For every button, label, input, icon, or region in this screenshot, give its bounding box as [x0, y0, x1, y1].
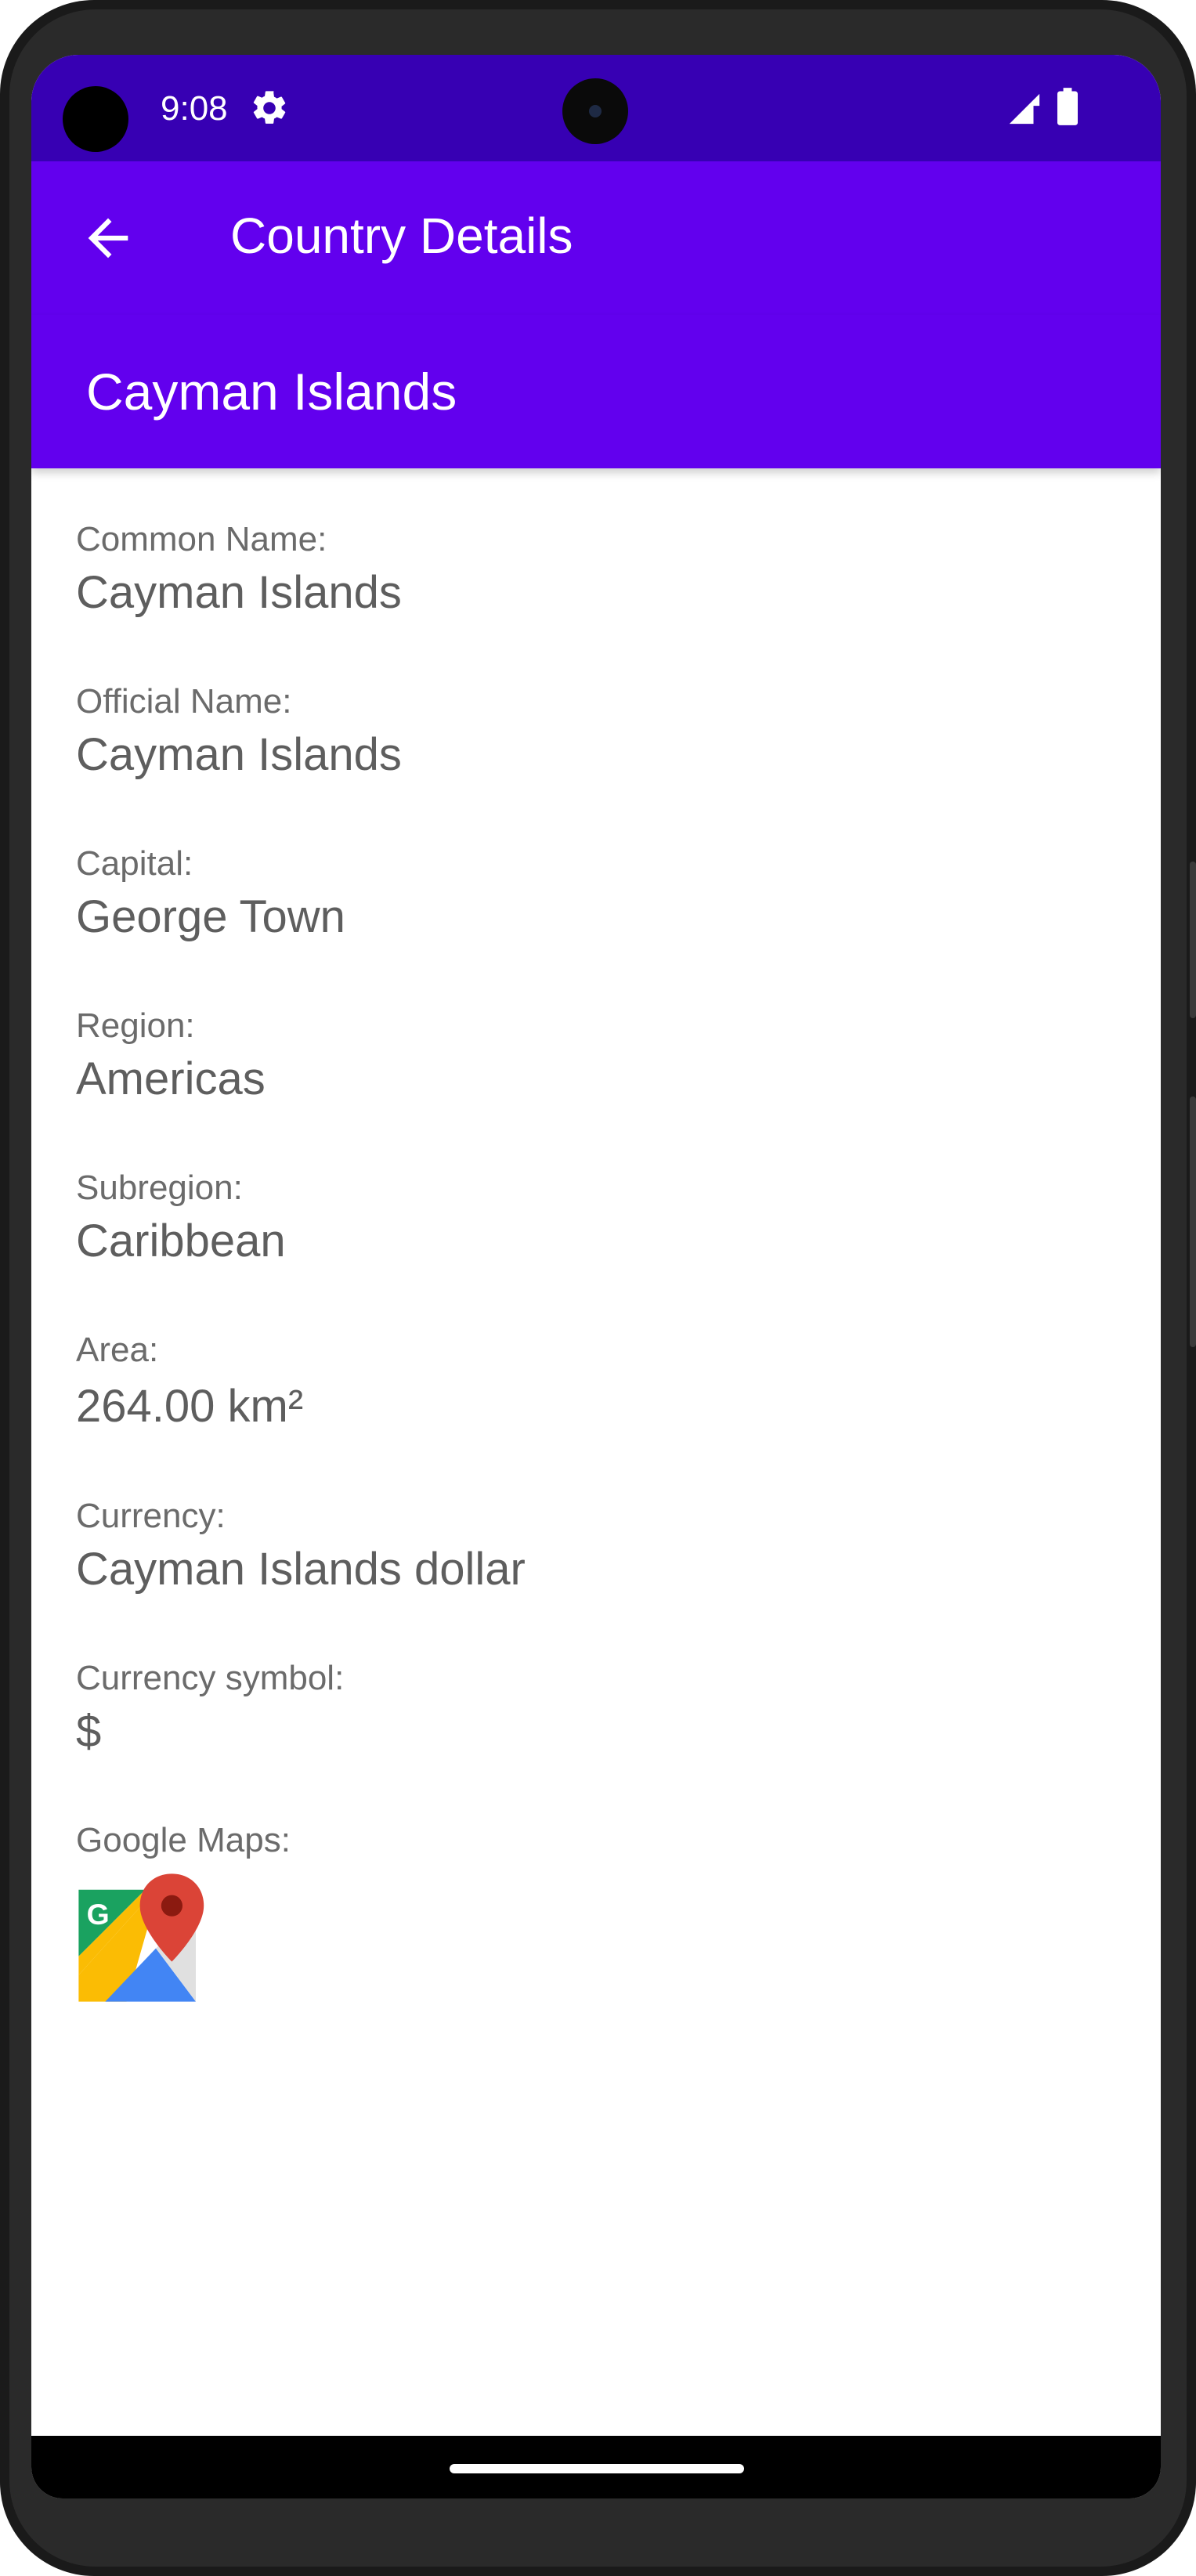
status-dot — [63, 86, 128, 152]
detail-label: Official Name: — [76, 682, 292, 721]
detail-google-maps: Google Maps: G — [76, 1818, 1094, 2002]
arrow-back-icon[interactable] — [78, 208, 138, 268]
country-name-heading: Cayman Islands — [86, 363, 457, 421]
battery-icon — [1057, 88, 1078, 125]
detail-value: Cayman Islands — [76, 567, 402, 618]
detail-label: Common Name: — [76, 520, 327, 558]
detail-value: $ — [76, 1706, 102, 1757]
app-bar: Country Details — [31, 161, 1161, 315]
page-title: Country Details — [230, 208, 573, 264]
detail-area: Area: 264.00 km² — [76, 1328, 1094, 1494]
detail-label: Area: — [76, 1331, 159, 1369]
detail-label: Currency: — [76, 1497, 226, 1535]
navigation-bar — [31, 2436, 1161, 2498]
detail-value: 264.00 km² — [76, 1381, 304, 1432]
detail-region: Region: Americas — [76, 1003, 1094, 1165]
detail-label: Currency symbol: — [76, 1659, 345, 1697]
detail-value: Caribbean — [76, 1216, 286, 1266]
detail-value: Cayman Islands — [76, 729, 402, 780]
detail-value: George Town — [76, 891, 345, 942]
detail-currency: Currency: Cayman Islands dollar — [76, 1494, 1094, 1656]
settings-gear-icon — [253, 91, 286, 124]
svg-text:G: G — [87, 1898, 110, 1931]
country-header: Cayman Islands — [31, 315, 1161, 468]
screen: 9:08 Country Details Cayman Islands Comm… — [31, 55, 1161, 2498]
power-button — [1190, 862, 1196, 1018]
details-list: Common Name: Cayman Islands Official Nam… — [76, 517, 1094, 2002]
detail-value: Americas — [76, 1053, 266, 1104]
detail-label: Capital: — [76, 844, 193, 883]
device-frame: 9:08 Country Details Cayman Islands Comm… — [0, 0, 1196, 2576]
status-bar: 9:08 — [31, 55, 1161, 161]
google-maps-icon[interactable]: G — [76, 1871, 209, 2004]
maps-label: Google Maps: — [76, 1821, 291, 1859]
front-camera — [562, 78, 628, 144]
detail-value: Cayman Islands dollar — [76, 1544, 526, 1595]
detail-label: Subregion: — [76, 1169, 243, 1207]
detail-capital: Capital: George Town — [76, 841, 1094, 1003]
status-time: 9:08 — [161, 89, 228, 128]
detail-common-name: Common Name: Cayman Islands — [76, 517, 1094, 679]
signal-icon — [1009, 93, 1040, 125]
detail-subregion: Subregion: Caribbean — [76, 1165, 1094, 1328]
detail-label: Region: — [76, 1006, 195, 1045]
detail-official-name: Official Name: Cayman Islands — [76, 679, 1094, 841]
home-gesture-bar[interactable] — [450, 2464, 744, 2473]
detail-currency-symbol: Currency symbol: $ — [76, 1656, 1094, 1818]
volume-button — [1190, 1097, 1196, 1347]
